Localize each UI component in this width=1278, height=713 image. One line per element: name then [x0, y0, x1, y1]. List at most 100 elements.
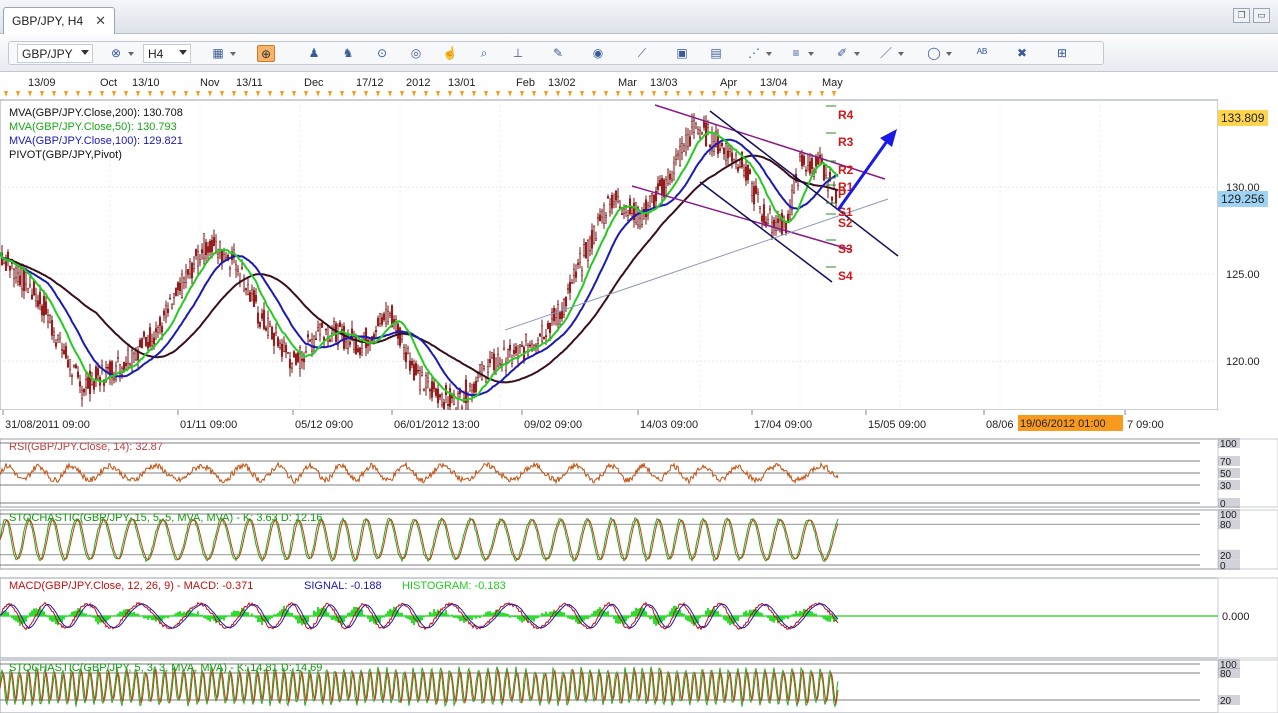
event-marker[interactable]: [76, 91, 80, 97]
event-marker[interactable]: [628, 91, 632, 97]
chart-area[interactable]: 13/09 Oct 13/10 Nov 13/11 Dec 17/12 2012 13/01 Fe…: [0, 72, 1278, 713]
event-marker[interactable]: [832, 91, 836, 97]
event-marker[interactable]: [664, 91, 668, 97]
event-marker[interactable]: [652, 91, 656, 97]
event-marker[interactable]: [232, 91, 236, 97]
event-marker[interactable]: [544, 91, 548, 97]
event-marker[interactable]: [28, 91, 32, 97]
event-marker[interactable]: [460, 91, 464, 97]
event-marker[interactable]: [184, 91, 188, 97]
rsi-panel[interactable]: 100 705030 0 RSI(GBP/JPY.Close, 14): 32.87: [0, 438, 1278, 510]
event-marker[interactable]: [784, 91, 788, 97]
event-marker[interactable]: [496, 91, 500, 97]
event-marker[interactable]: [520, 91, 524, 97]
event-marker[interactable]: [772, 91, 776, 97]
event-marker[interactable]: [580, 91, 584, 97]
event-marker[interactable]: [748, 91, 752, 97]
event-marker[interactable]: [604, 91, 608, 97]
event-marker[interactable]: [88, 91, 92, 97]
event-marker[interactable]: [172, 91, 176, 97]
chart-canvas[interactable]: 13/09 Oct 13/10 Nov 13/11 Dec 17/12 2012 13/01 Fe…: [0, 72, 1278, 713]
event-marker[interactable]: [328, 91, 332, 97]
event-marker[interactable]: [4, 91, 8, 97]
event-marker[interactable]: [256, 91, 260, 97]
eraser-icon[interactable]: ✖: [1013, 45, 1031, 62]
event-marker[interactable]: [196, 91, 200, 97]
event-marker[interactable]: [712, 91, 716, 97]
event-marker[interactable]: [64, 91, 68, 97]
event-marker[interactable]: [52, 91, 56, 97]
restore-window-icon[interactable]: ❐: [1233, 8, 1250, 23]
candle-icon[interactable]: ♟: [305, 45, 323, 62]
trendline-icon[interactable]: ⋰: [745, 45, 772, 62]
chart-type-icon[interactable]: ▦: [209, 45, 236, 62]
event-marker[interactable]: [676, 91, 680, 97]
symbol-select[interactable]: GBP/JPY: [17, 44, 93, 63]
event-marker[interactable]: [292, 91, 296, 97]
event-marker[interactable]: [724, 91, 728, 97]
event-marker[interactable]: [100, 91, 104, 97]
crosshair-icon[interactable]: ⊕: [257, 45, 275, 62]
globe-icon[interactable]: ◉: [589, 45, 607, 62]
event-marker[interactable]: [472, 91, 476, 97]
event-marker[interactable]: [436, 91, 440, 97]
macd-panel[interactable]: 0.000 MACD(GBP/JPY.Close, 12, 26, 9) - MA…: [0, 577, 1278, 659]
event-marker[interactable]: [592, 91, 596, 97]
window-icon[interactable]: ▤: [707, 45, 725, 62]
line-icon[interactable]: ／: [877, 45, 904, 62]
event-marker[interactable]: [424, 91, 428, 97]
event-marker[interactable]: [136, 91, 140, 97]
event-marker[interactable]: [508, 91, 512, 97]
event-marker[interactable]: [640, 91, 644, 97]
event-marker[interactable]: [124, 91, 128, 97]
event-marker[interactable]: [304, 91, 308, 97]
event-marker[interactable]: [700, 91, 704, 97]
draw-icon[interactable]: ✎: [549, 45, 567, 62]
event-marker[interactable]: [808, 91, 812, 97]
event-marker[interactable]: [352, 91, 356, 97]
event-marker[interactable]: [532, 91, 536, 97]
event-marker[interactable]: [760, 91, 764, 97]
event-marker[interactable]: [268, 91, 272, 97]
bar-icon[interactable]: ♞: [339, 45, 357, 62]
event-marker[interactable]: [112, 91, 116, 97]
event-marker[interactable]: [736, 91, 740, 97]
pencil-icon[interactable]: ✐: [833, 45, 860, 62]
picture-icon[interactable]: ▣: [673, 45, 691, 62]
chart-tab[interactable]: GBP/JPY, H4 ✕: [3, 7, 115, 34]
event-marker[interactable]: [160, 91, 164, 97]
event-marker[interactable]: [208, 91, 212, 97]
event-marker[interactable]: [568, 91, 572, 97]
indicator-icon[interactable]: ⊥: [509, 45, 527, 62]
event-marker[interactable]: [820, 91, 824, 97]
event-marker[interactable]: [40, 91, 44, 97]
zoom-out-icon[interactable]: ◎: [407, 45, 425, 62]
tree-icon[interactable]: ⊞: [1053, 45, 1071, 62]
event-marker[interactable]: [400, 91, 404, 97]
text-icon[interactable]: ᴬᴮ: [973, 45, 991, 62]
ruler-icon[interactable]: ⟋: [633, 45, 651, 62]
event-marker[interactable]: [280, 91, 284, 97]
event-marker[interactable]: [16, 91, 20, 97]
event-marker[interactable]: [340, 91, 344, 97]
stochastic-panel-1[interactable]: 10080200STOCHASTIC(GBP/JPY, 15, 5, 5, MV…: [0, 509, 1278, 572]
event-marker[interactable]: [616, 91, 620, 97]
cursor-icon[interactable]: ☝: [441, 45, 459, 62]
magnify-icon[interactable]: ⌕: [475, 45, 493, 62]
event-marker[interactable]: [376, 91, 380, 97]
ellipse-icon[interactable]: ◯: [925, 45, 952, 62]
event-marker[interactable]: [556, 91, 560, 97]
crosshair-toggle-icon[interactable]: ⊗: [107, 45, 134, 62]
event-marker[interactable]: [220, 91, 224, 97]
event-marker[interactable]: [412, 91, 416, 97]
event-marker[interactable]: [448, 91, 452, 97]
event-marker[interactable]: [244, 91, 248, 97]
timeframe-select[interactable]: H4: [143, 44, 191, 63]
event-marker[interactable]: [688, 91, 692, 97]
event-marker[interactable]: [364, 91, 368, 97]
fibo-icon[interactable]: ≡: [787, 45, 814, 62]
close-icon[interactable]: ✕: [95, 13, 106, 29]
maximize-window-icon[interactable]: ▭: [1253, 8, 1270, 23]
stochastic-panel-2[interactable]: 1008020STOCHASTIC(GBP/JPY, 5, 3, 3, MVA,…: [0, 659, 1278, 713]
zoom-icon[interactable]: ⊙: [373, 45, 391, 62]
